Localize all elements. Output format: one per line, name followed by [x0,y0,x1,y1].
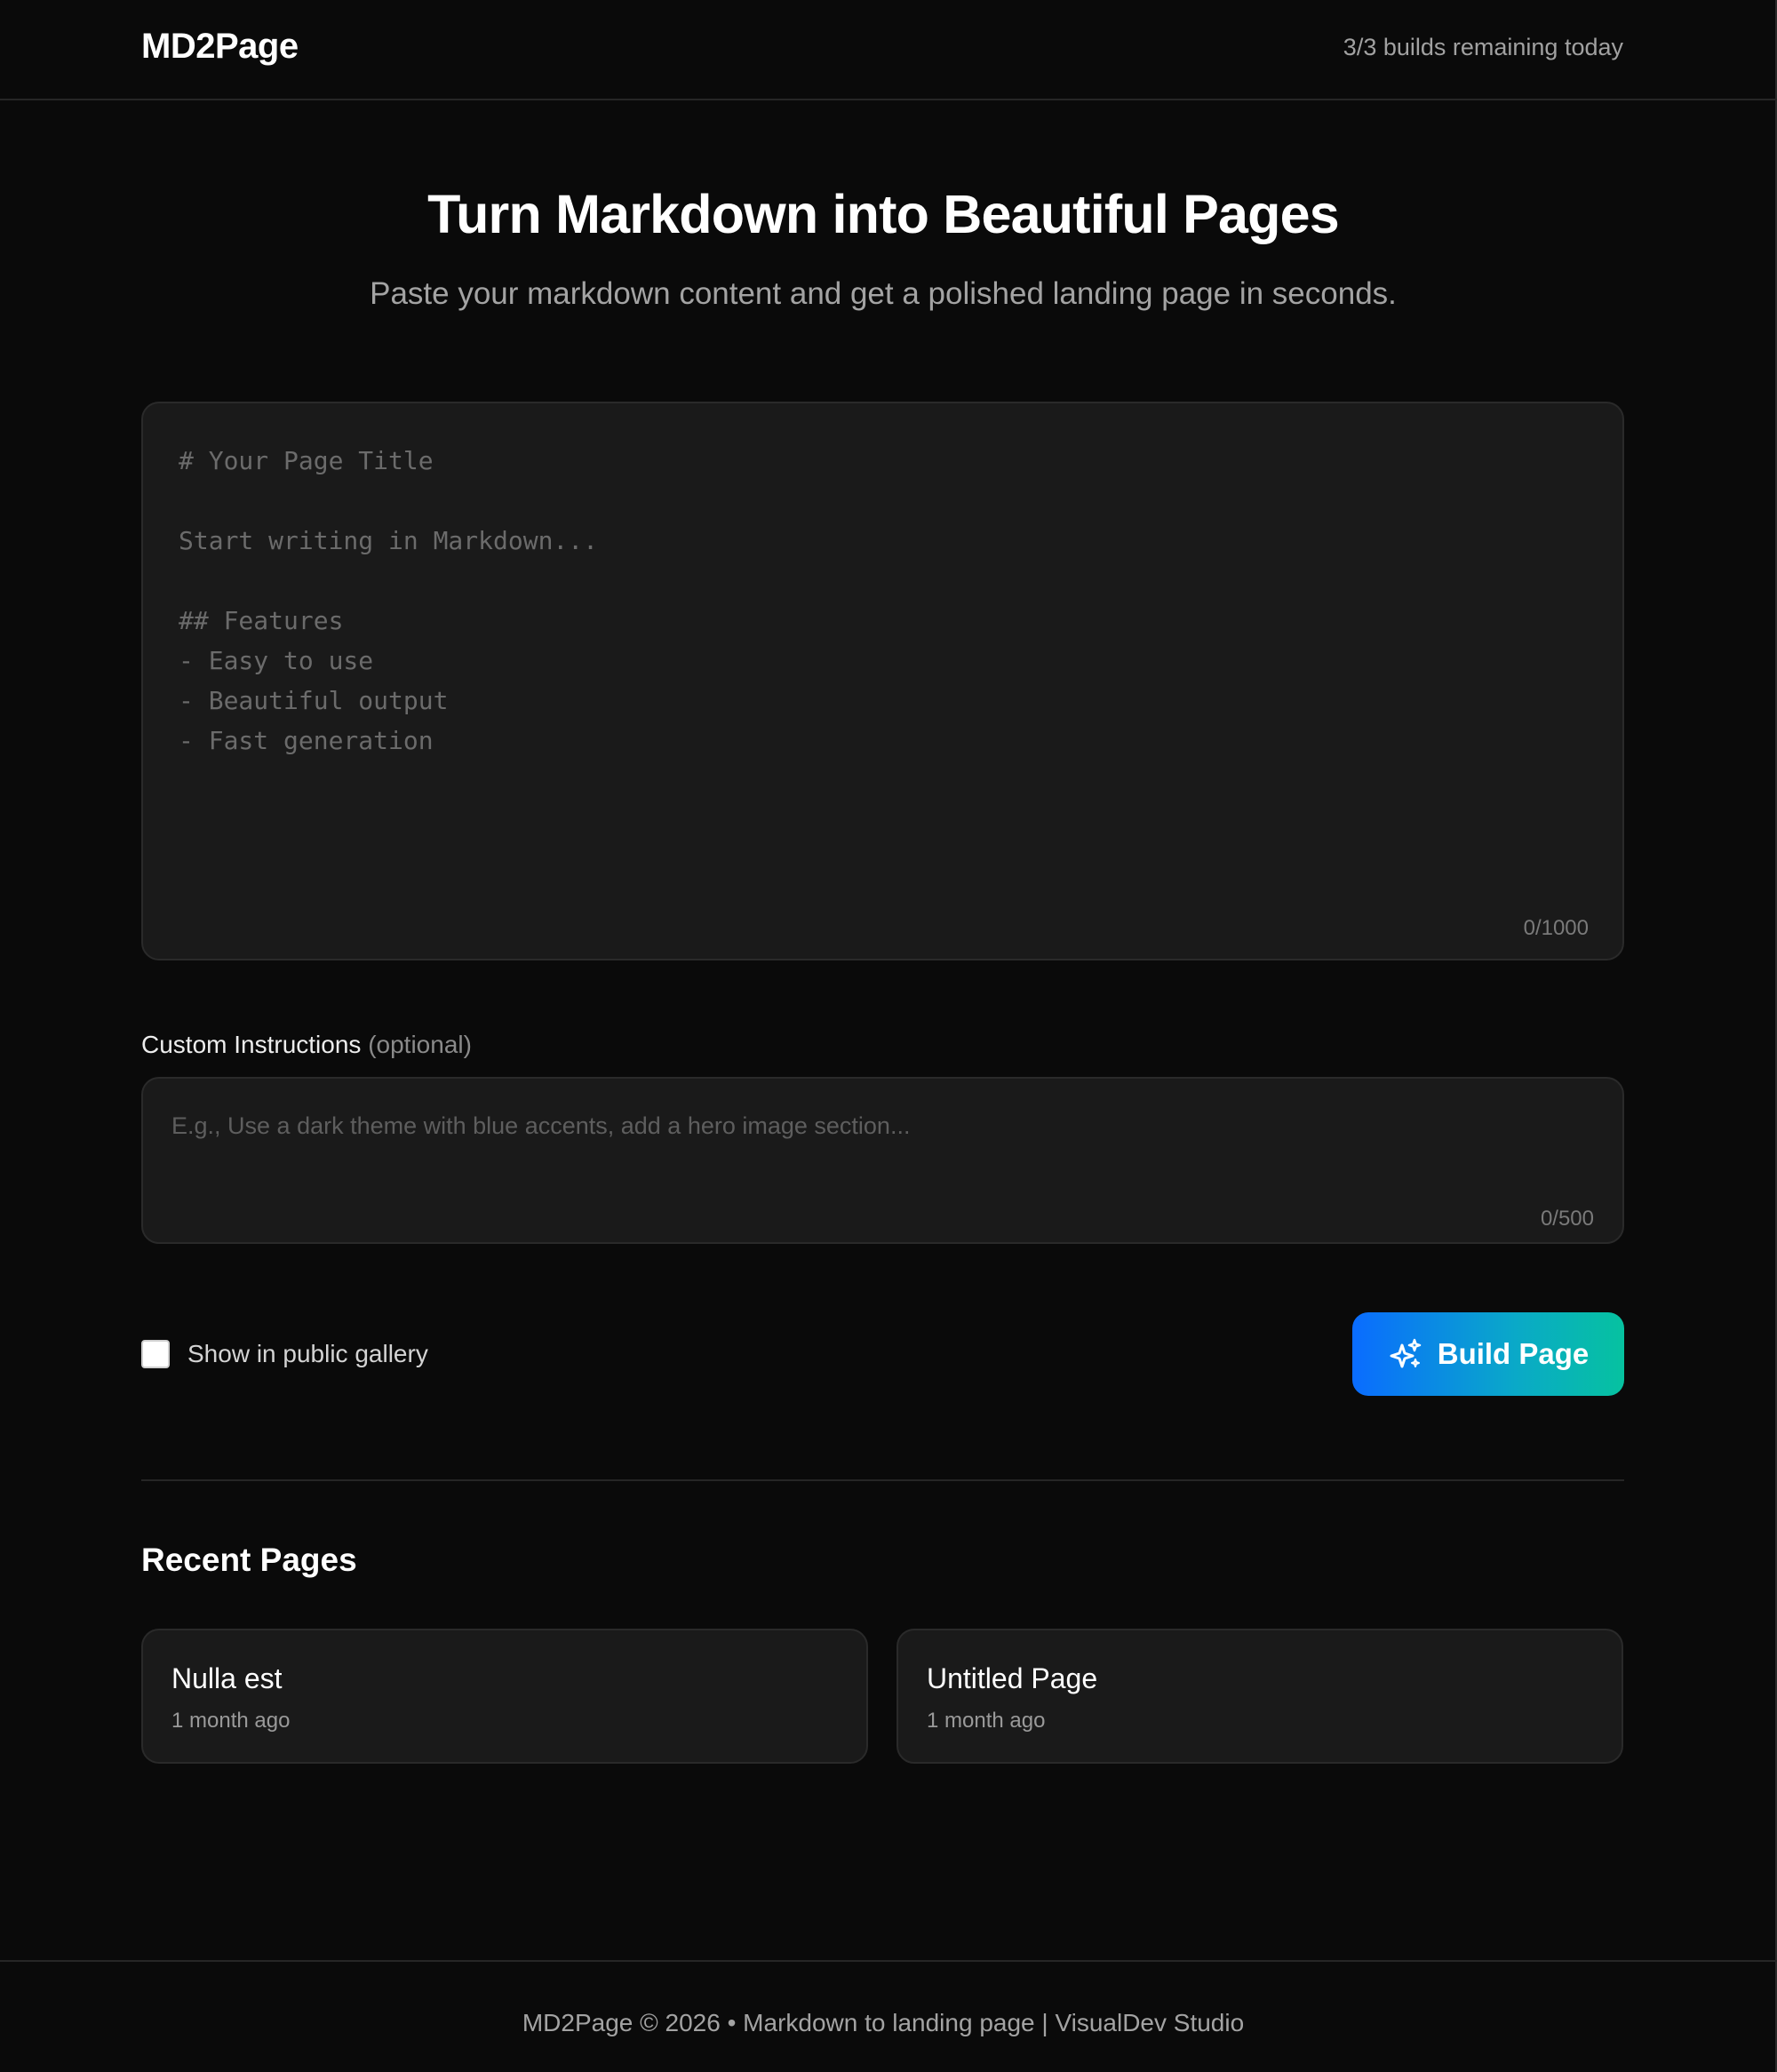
custom-instructions-input[interactable]: E.g., Use a dark theme with blue accents… [141,1077,1624,1244]
optional-hint: (optional) [368,1031,472,1058]
public-gallery-label: Show in public gallery [187,1340,428,1367]
markdown-editor-placeholder: # Your Page Title Start writing in Markd… [179,446,599,755]
footer: MD2Page © 2026 • Markdown to landing pag… [0,1960,1777,2072]
custom-instructions-placeholder: E.g., Use a dark theme with blue accents… [171,1112,911,1139]
recent-page-time: 1 month ago [171,1709,291,1733]
instructions-char-counter: 0/500 [1540,1207,1594,1231]
custom-instructions-label: Custom Instructions (optional) [141,1031,472,1059]
brand-logo[interactable]: MD2Page [141,27,299,67]
markdown-editor[interactable]: # Your Page Title Start writing in Markd… [141,402,1624,960]
recent-page-card[interactable]: Nulla est 1 month ago [141,1629,868,1764]
sparkles-icon [1390,1338,1421,1368]
recent-page-card[interactable]: Untitled Page 1 month ago [896,1629,1623,1764]
custom-instructions-label-text: Custom Instructions [141,1031,362,1058]
recent-pages-title: Recent Pages [141,1542,357,1578]
footer-text: MD2Page © 2026 • Markdown to landing pag… [522,2009,1245,2036]
public-gallery-checkbox[interactable] [141,1340,170,1368]
top-bar: MD2Page 3/3 builds remaining today [0,0,1777,100]
recent-page-title: Nulla est [171,1662,283,1694]
builds-remaining: 3/3 builds remaining today [1343,34,1623,60]
recent-page-title: Untitled Page [927,1662,1098,1694]
hero-subtitle: Paste your markdown content and get a po… [370,276,1397,311]
public-gallery-toggle[interactable]: Show in public gallery [141,1339,428,1369]
build-page-label: Build Page [1437,1337,1590,1370]
recent-page-time: 1 month ago [927,1709,1046,1733]
markdown-char-counter: 0/1000 [1523,916,1589,940]
build-page-button[interactable]: Build Page [1352,1312,1624,1396]
page: MD2Page 3/3 builds remaining today Turn … [0,0,1777,2072]
section-divider [141,1479,1624,1481]
hero-title: Turn Markdown into Beautiful Pages [427,184,1339,244]
